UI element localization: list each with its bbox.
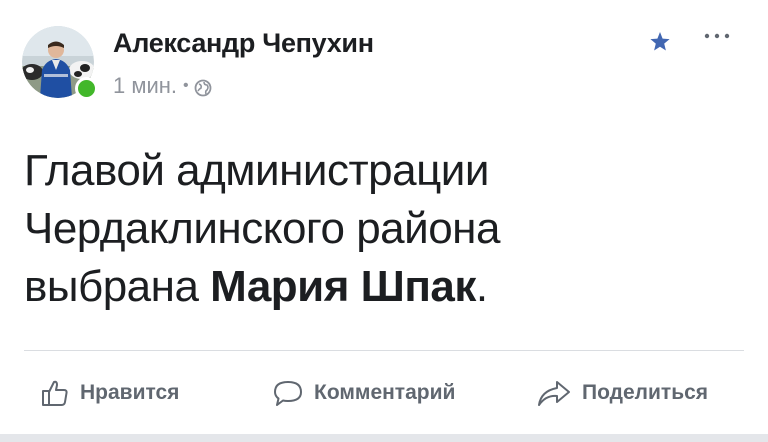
like-label: Нравится: [80, 381, 180, 404]
online-status-indicator: [75, 77, 98, 100]
post-timestamp[interactable]: 1 мин.: [113, 73, 177, 99]
thumbs-up-icon: [42, 380, 68, 406]
action-bar: Нравится Комментарий Поделиться: [0, 360, 768, 426]
comment-button[interactable]: Комментарий: [272, 370, 455, 416]
post-text-fragment: выбрана: [24, 262, 211, 311]
meta-separator: •: [183, 77, 189, 94]
divider: [24, 350, 744, 351]
post-text-line: Главой администрации: [24, 146, 489, 195]
share-arrow-icon: [538, 381, 570, 406]
more-icon[interactable]: [703, 31, 731, 41]
post-text-line: Чердаклинского района: [24, 204, 500, 253]
feed-separator: [0, 434, 768, 442]
post-text-fragment: .: [475, 262, 488, 311]
post-text-line: выбрана Мария Шпак.: [24, 258, 744, 316]
author-name[interactable]: Александр Чепухин: [113, 28, 374, 59]
like-button[interactable]: Нравится: [40, 370, 179, 416]
star-icon[interactable]: [648, 30, 672, 54]
post-text: Главой администрации Чердаклинского райо…: [24, 142, 744, 316]
share-button[interactable]: Поделиться: [536, 370, 708, 416]
post-meta: 1 мин. •: [113, 73, 212, 99]
comment-label: Комментарий: [314, 381, 456, 404]
globe-icon[interactable]: [194, 77, 212, 97]
person-name-bold: Мария Шпак: [210, 262, 476, 311]
post-card: Александр Чепухин 1 мин. • Главой админи…: [0, 0, 768, 434]
comment-bubble-icon: [274, 381, 302, 406]
share-label: Поделиться: [582, 381, 709, 404]
